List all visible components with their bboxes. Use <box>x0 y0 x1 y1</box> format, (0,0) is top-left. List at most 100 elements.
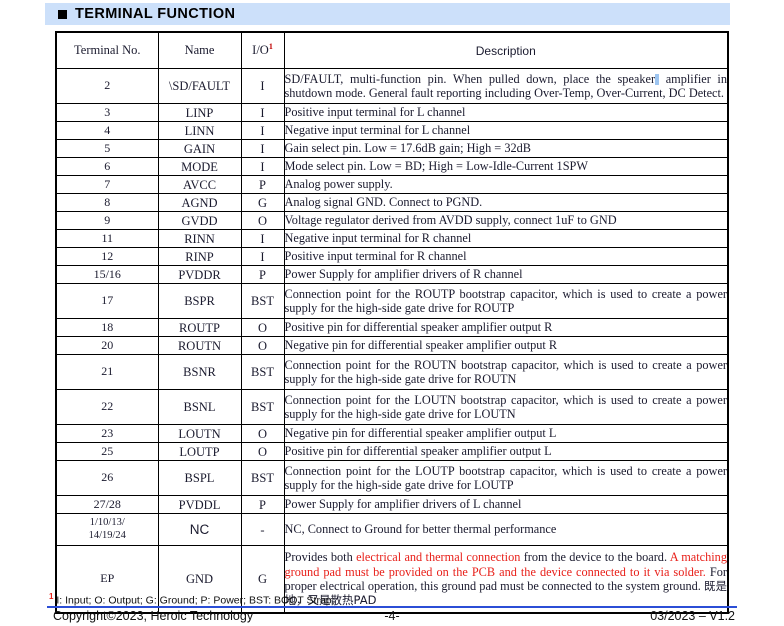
cell-description: Power Supply for amplifier drivers of R … <box>283 265 729 284</box>
cell-io: I <box>240 157 285 176</box>
table-row: 2 \SD/FAULT I SD/FAULT, multi-function p… <box>55 68 729 104</box>
table-row: 11 RINN I Negative input terminal for R … <box>55 229 729 248</box>
header-terminal-no: Terminal No. <box>55 31 159 69</box>
table-row: 3 LINP I Positive input terminal for L c… <box>55 103 729 122</box>
cell-name: AGND <box>157 193 242 212</box>
cell-io: BST <box>240 460 285 496</box>
cell-name: PVDDL <box>157 495 242 514</box>
cell-io: I <box>240 247 285 266</box>
table-row: 23 LOUTN O Negative pin for differential… <box>55 424 729 443</box>
table-row: 25 LOUTP O Positive pin for differential… <box>55 442 729 461</box>
cell-io: P <box>240 175 285 194</box>
cell-name: LOUTP <box>157 442 242 461</box>
table-row: 4 LINN I Negative input terminal for L c… <box>55 121 729 140</box>
desc-segment-red-1: electrical and thermal connection <box>356 550 521 565</box>
cell-terminal-no: 26 <box>55 460 159 496</box>
cell-description: Negative input terminal for L channel <box>283 121 729 140</box>
table-row: 8 AGND G Analog signal GND. Connect to P… <box>55 193 729 212</box>
cell-name: MODE <box>157 157 242 176</box>
cell-terminal-no: 20 <box>55 336 159 355</box>
cell-terminal-no: 25 <box>55 442 159 461</box>
cell-terminal-no: 27/28 <box>55 495 159 514</box>
cell-terminal-no: 12 <box>55 247 159 266</box>
cell-description: Mode select pin. Low = BD; High = Low-Id… <box>283 157 729 176</box>
terminal-no-line2: 14/19/24 <box>88 529 126 541</box>
cell-name: AVCC <box>157 175 242 194</box>
table-row: 20 ROUTN O Negative pin for differential… <box>55 336 729 355</box>
document-page: TERMINAL FUNCTION Terminal No. Name I/O1… <box>0 0 784 626</box>
cell-io: P <box>240 265 285 284</box>
cell-io: I <box>240 68 285 104</box>
cell-name: PVDDR <box>157 265 242 284</box>
cell-description: Connection point for the ROUTP bootstrap… <box>283 283 729 319</box>
table-row: 22 BSNL BST Connection point for the LOU… <box>55 389 729 425</box>
cell-io: G <box>240 193 285 212</box>
table-row: 12 RINP I Positive input terminal for R … <box>55 247 729 266</box>
desc-segment-plain-1: Provides both <box>284 550 357 565</box>
text-caret-highlight <box>655 73 660 85</box>
cell-description: Analog power supply. <box>283 175 729 194</box>
cell-name: BSPR <box>157 283 242 319</box>
cell-name: GVDD <box>157 211 242 230</box>
table-header-row: Terminal No. Name I/O1 Description <box>55 31 729 69</box>
cell-io: I <box>240 139 285 158</box>
cell-terminal-no: 21 <box>55 354 159 390</box>
cell-name: BSNL <box>157 389 242 425</box>
cell-io: O <box>240 211 285 230</box>
cell-terminal-no: 22 <box>55 389 159 425</box>
footer-version: 03/2023 – V1.2 <box>650 609 735 623</box>
table-body: 2 \SD/FAULT I SD/FAULT, multi-function p… <box>55 68 729 614</box>
cell-name: GAIN <box>157 139 242 158</box>
cell-description: Negative pin for differential speaker am… <box>283 336 729 355</box>
cell-io: - <box>240 513 285 546</box>
cell-io: I <box>240 103 285 122</box>
terminal-function-table: Terminal No. Name I/O1 Description 2 \SD… <box>55 31 729 614</box>
cell-name: LINP <box>157 103 242 122</box>
table-row: 18 ROUTP O Positive pin for differential… <box>55 318 729 337</box>
cell-description: Provides both electrical and thermal con… <box>283 545 729 614</box>
table-row: 17 BSPR BST Connection point for the ROU… <box>55 283 729 319</box>
table-footnote: 1 I: Input; O: Output; G: Ground; P: Pow… <box>49 592 335 607</box>
table-row: 26 BSPL BST Connection point for the LOU… <box>55 460 729 496</box>
footer-divider <box>47 606 737 608</box>
header-description: Description <box>283 31 729 69</box>
cell-description: Positive input terminal for R channel <box>283 247 729 266</box>
table-row: 9 GVDD O Voltage regulator derived from … <box>55 211 729 230</box>
cell-name: NC <box>157 513 242 546</box>
header-io: I/O1 <box>240 31 285 69</box>
cell-terminal-no: 2 <box>55 68 159 104</box>
cell-io: O <box>240 336 285 355</box>
cell-description: Positive pin for differential speaker am… <box>283 318 729 337</box>
table-row: 6 MODE I Mode select pin. Low = BD; High… <box>55 157 729 176</box>
table-row: 21 BSNR BST Connection point for the ROU… <box>55 354 729 390</box>
desc-text-before-caret: SD/FAULT, multi-function pin. When pulle… <box>284 71 656 86</box>
cell-description: NC, Connect to Ground for better thermal… <box>283 513 729 546</box>
cell-name: RINP <box>157 247 242 266</box>
cell-description: Connection point for the ROUTN bootstrap… <box>283 354 729 390</box>
cell-description: Positive input terminal for L channel <box>283 103 729 122</box>
cell-description: Gain select pin. Low = 17.6dB gain; High… <box>283 139 729 158</box>
cell-terminal-no: 23 <box>55 424 159 443</box>
footer-page-number: -4- <box>384 609 400 623</box>
black-square-bullet-icon <box>58 9 67 19</box>
table-row: 27/28 PVDDL P Power Supply for amplifier… <box>55 495 729 514</box>
cell-io: BST <box>240 354 285 390</box>
table-row-nc: 1/10/13/14/19/24 NC - NC, Connect to Gro… <box>55 513 729 546</box>
cell-description: Negative pin for differential speaker am… <box>283 424 729 443</box>
table-row: 15/16 PVDDR P Power Supply for amplifier… <box>55 265 729 284</box>
desc-segment-plain-2: from the device to the board. <box>520 550 670 565</box>
cell-name: BSNR <box>157 354 242 390</box>
cell-description: Connection point for the LOUTN bootstrap… <box>283 389 729 425</box>
cell-io: O <box>240 318 285 337</box>
cell-io: O <box>240 424 285 443</box>
header-io-footnote-mark: 1 <box>268 42 273 52</box>
cell-name: LOUTN <box>157 424 242 443</box>
cell-name: LINN <box>157 121 242 140</box>
cell-terminal-no: 18 <box>55 318 159 337</box>
cell-io: O <box>240 442 285 461</box>
table-row: 5 GAIN I Gain select pin. Low = 17.6dB g… <box>55 139 729 158</box>
cell-name: \SD/FAULT <box>157 68 242 104</box>
cell-io: P <box>240 495 285 514</box>
terminal-no-line1: 1/10/13/ <box>89 517 125 529</box>
cell-io: I <box>240 121 285 140</box>
